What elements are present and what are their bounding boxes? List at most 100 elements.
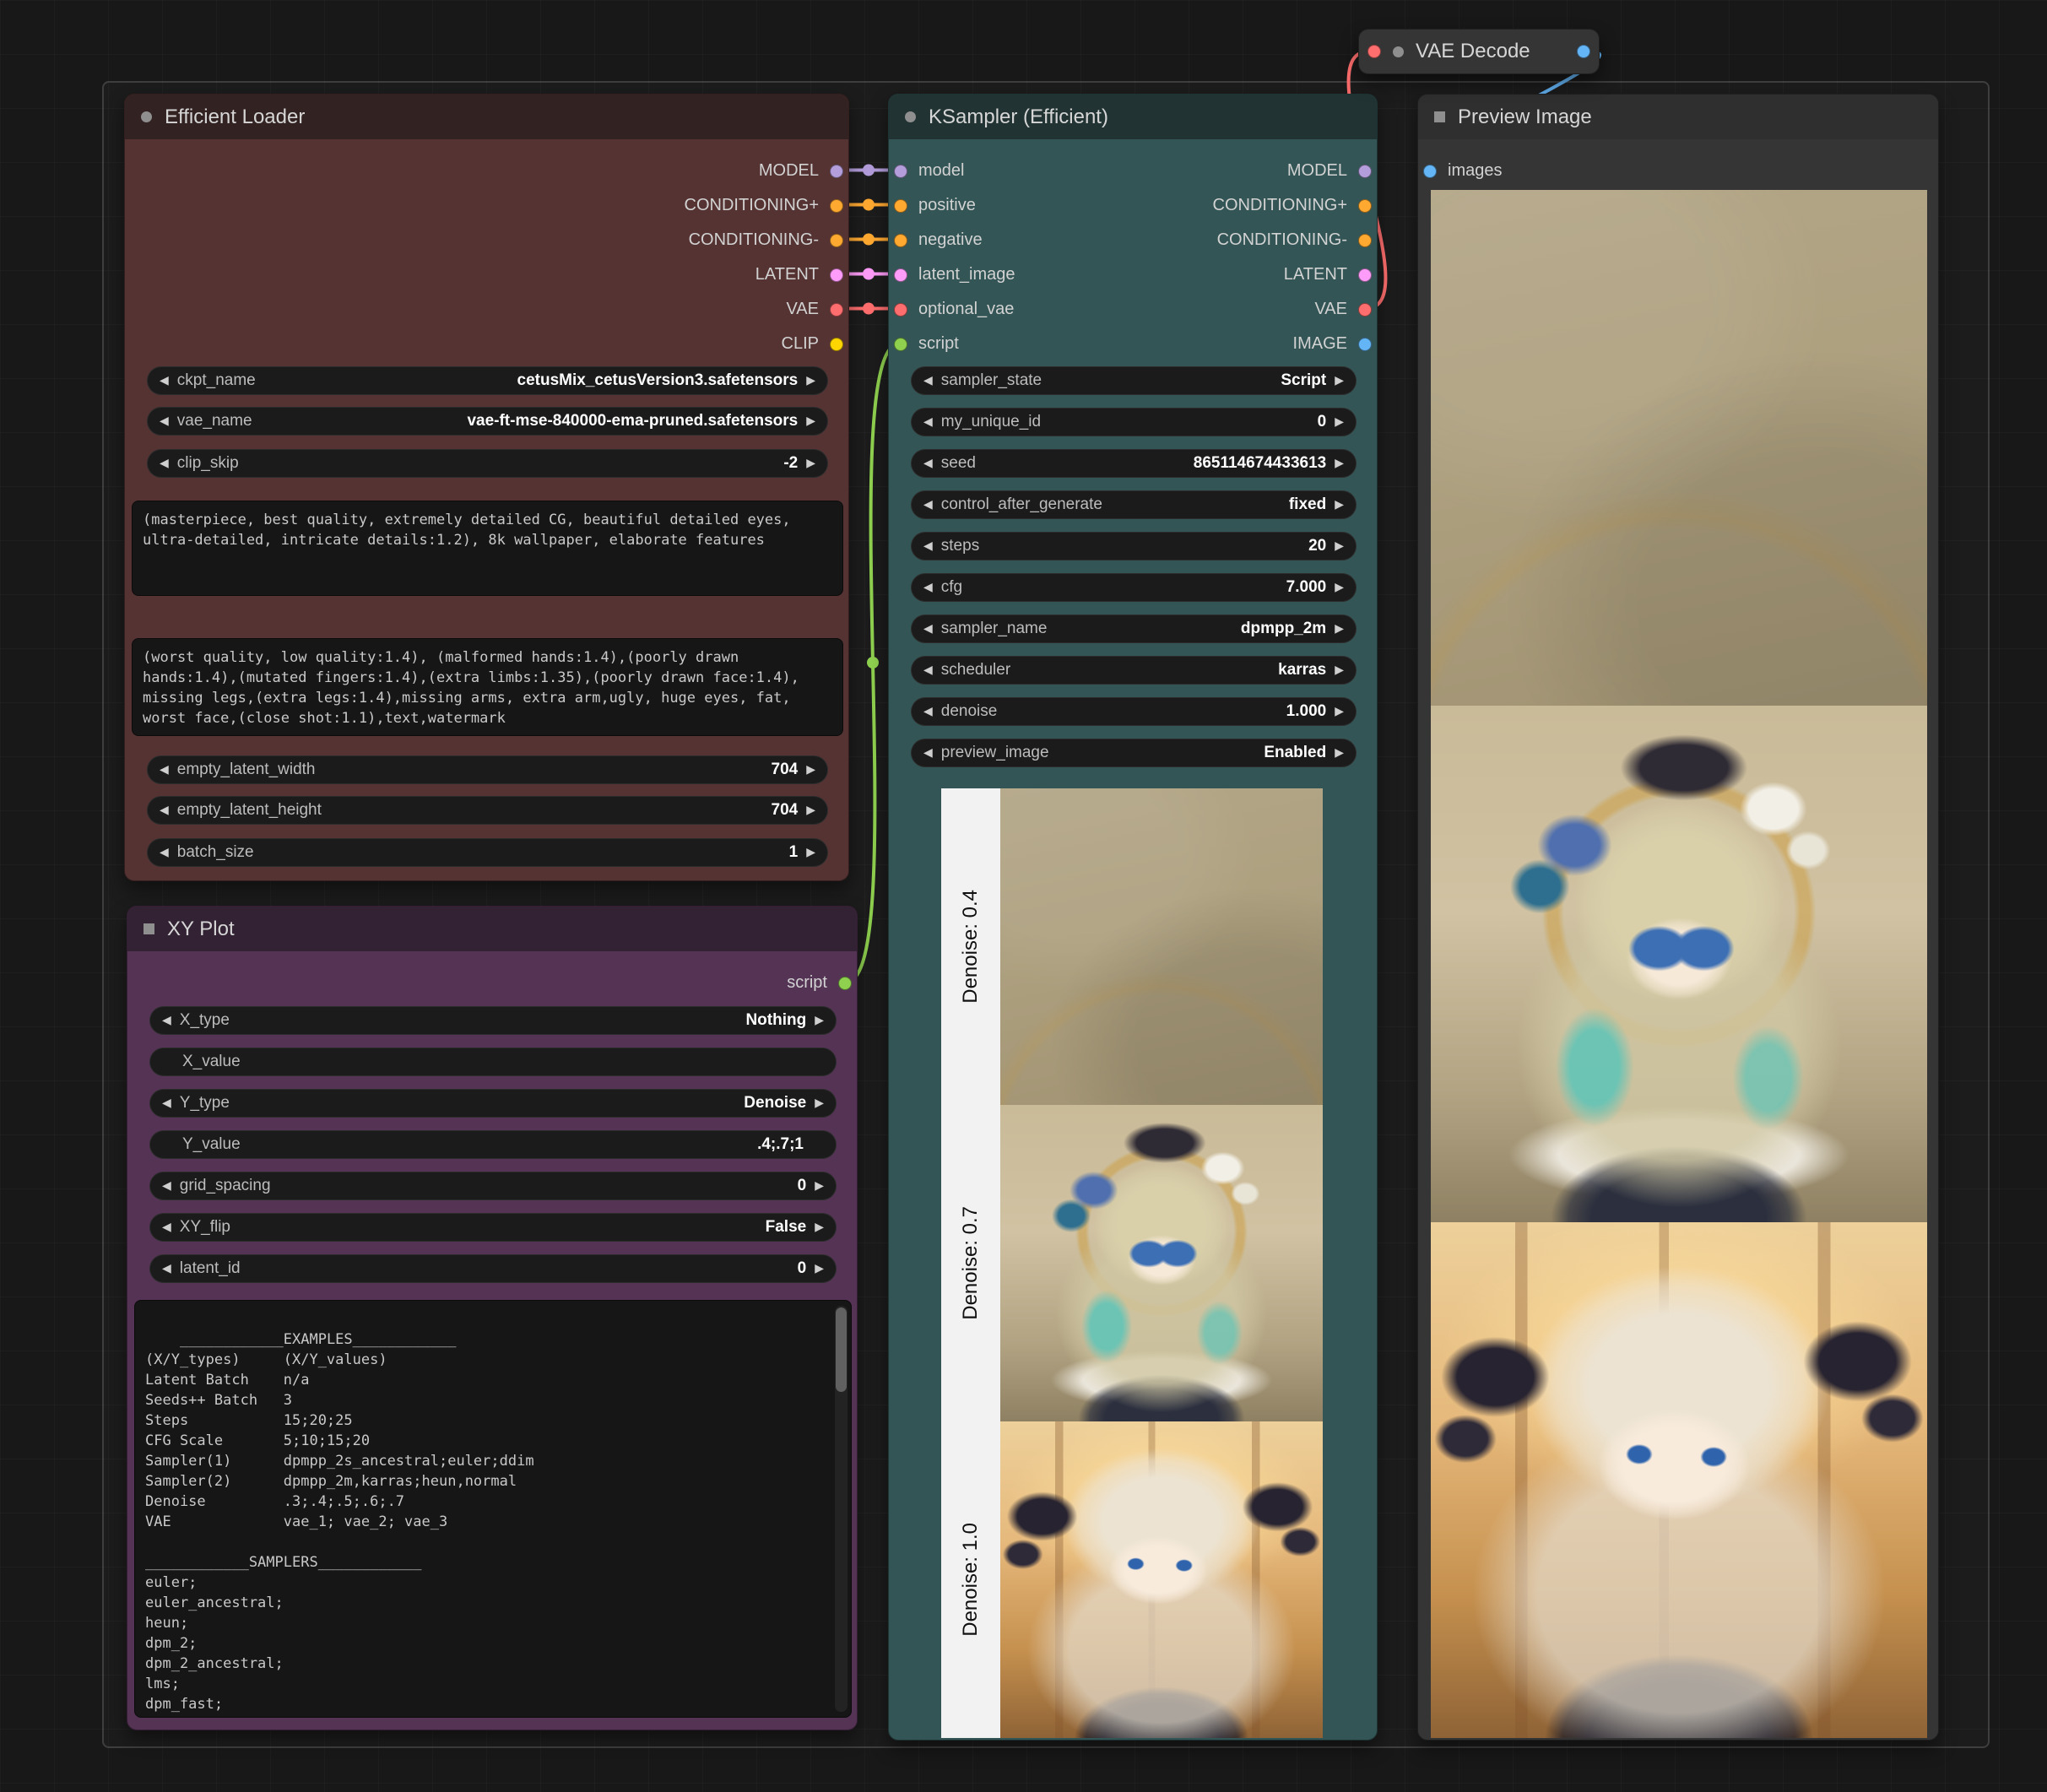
conditioning-plus-output-slot[interactable] — [1358, 199, 1372, 213]
vae-output-slot[interactable] — [1358, 303, 1372, 317]
sampler-state-widget[interactable]: sampler_state Script — [911, 366, 1357, 395]
increment-arrow-icon[interactable] — [806, 847, 815, 858]
scrollbar-track[interactable] — [835, 1306, 848, 1712]
steps-widget[interactable]: steps 20 — [911, 532, 1357, 560]
negative-prompt-textarea[interactable]: (worst quality, low quality:1.4), (malfo… — [132, 638, 843, 736]
collapse-toggle-icon[interactable] — [1393, 46, 1404, 57]
model-input-slot[interactable] — [894, 165, 907, 178]
prev-arrow-icon[interactable] — [162, 1015, 171, 1026]
latent-output-slot[interactable] — [830, 268, 843, 282]
x-type-widget[interactable]: X_type Nothing — [149, 1006, 837, 1035]
prev-arrow-icon[interactable] — [923, 623, 933, 635]
latent-output-slot[interactable] — [1358, 268, 1372, 282]
next-arrow-icon[interactable] — [815, 1221, 824, 1233]
collapse-toggle-icon[interactable] — [905, 111, 916, 122]
vae-decode-node[interactable]: VAE Decode — [1358, 29, 1600, 74]
increment-arrow-icon[interactable] — [815, 1180, 824, 1192]
next-arrow-icon[interactable] — [1335, 375, 1344, 387]
next-arrow-icon[interactable] — [1335, 747, 1344, 759]
increment-arrow-icon[interactable] — [1335, 457, 1344, 469]
collapse-toggle-icon[interactable] — [141, 111, 152, 122]
increment-arrow-icon[interactable] — [806, 804, 815, 816]
examples-help-textarea[interactable]: ____________EXAMPLES____________ (X/Y_ty… — [134, 1300, 852, 1718]
clip-skip-widget[interactable]: clip_skip -2 — [147, 449, 828, 478]
preview-image-header[interactable]: Preview Image — [1418, 95, 1938, 139]
prev-arrow-icon[interactable] — [923, 747, 933, 759]
positive-prompt-textarea[interactable]: (masterpiece, best quality, extremely de… — [132, 501, 843, 596]
vae-name-widget[interactable]: vae_name vae-ft-mse-840000-ema-pruned.sa… — [147, 407, 828, 436]
next-arrow-icon[interactable] — [806, 415, 815, 427]
positive-input-slot[interactable] — [894, 199, 907, 213]
y-type-widget[interactable]: Y_type Denoise — [149, 1089, 837, 1118]
image-output-slot[interactable] — [1358, 338, 1372, 351]
collapse-toggle-icon[interactable] — [144, 923, 154, 934]
empty-latent-width-widget[interactable]: empty_latent_width 704 — [147, 755, 828, 784]
my-unique-id-widget[interactable]: my_unique_id 0 — [911, 408, 1357, 436]
y-value-widget[interactable]: Y_value .4;.7;1 — [149, 1130, 837, 1159]
ckpt-name-widget[interactable]: ckpt_name cetusMix_cetusVersion3.safeten… — [147, 366, 828, 395]
model-output-slot[interactable] — [830, 165, 843, 178]
decrement-arrow-icon[interactable] — [923, 582, 933, 593]
next-arrow-icon[interactable] — [1335, 623, 1344, 635]
batch-size-widget[interactable]: batch_size 1 — [147, 838, 828, 867]
image-output-slot[interactable] — [1577, 45, 1590, 58]
increment-arrow-icon[interactable] — [815, 1263, 824, 1275]
images-input-slot[interactable] — [1423, 165, 1437, 178]
increment-arrow-icon[interactable] — [1335, 540, 1344, 552]
decrement-arrow-icon[interactable] — [162, 1263, 171, 1275]
scheduler-widget[interactable]: scheduler karras — [911, 656, 1357, 685]
decrement-arrow-icon[interactable] — [923, 416, 933, 428]
prev-arrow-icon[interactable] — [923, 375, 933, 387]
conditioning-minus-output-slot[interactable] — [1358, 234, 1372, 247]
prev-arrow-icon[interactable] — [923, 664, 933, 676]
increment-arrow-icon[interactable] — [1335, 706, 1344, 717]
denoise-widget[interactable]: denoise 1.000 — [911, 697, 1357, 726]
prev-arrow-icon[interactable] — [923, 499, 933, 511]
prev-arrow-icon[interactable] — [160, 457, 169, 469]
collapse-toggle-icon[interactable] — [1434, 111, 1445, 122]
next-arrow-icon[interactable] — [815, 1015, 824, 1026]
decrement-arrow-icon[interactable] — [923, 706, 933, 717]
negative-input-slot[interactable] — [894, 234, 907, 247]
vae-input-slot[interactable] — [1367, 45, 1381, 58]
efficient-loader-header[interactable]: Efficient Loader — [125, 95, 848, 139]
decrement-arrow-icon[interactable] — [160, 804, 169, 816]
scrollbar-thumb[interactable] — [836, 1307, 847, 1392]
cfg-widget[interactable]: cfg 7.000 — [911, 573, 1357, 602]
next-arrow-icon[interactable] — [1335, 499, 1344, 511]
xy-flip-widget[interactable]: XY_flip False — [149, 1213, 837, 1242]
latent-id-widget[interactable]: latent_id 0 — [149, 1254, 837, 1283]
x-value-widget[interactable]: X_value — [149, 1048, 837, 1076]
vae-output-slot[interactable] — [830, 303, 843, 317]
optional-vae-input-slot[interactable] — [894, 303, 907, 317]
ksampler-header[interactable]: KSampler (Efficient) — [889, 95, 1377, 139]
grid-spacing-widget[interactable]: grid_spacing 0 — [149, 1172, 837, 1200]
prev-arrow-icon[interactable] — [162, 1097, 171, 1109]
sampler-name-widget[interactable]: sampler_name dpmpp_2m — [911, 614, 1357, 643]
prev-arrow-icon[interactable] — [160, 375, 169, 387]
decrement-arrow-icon[interactable] — [162, 1180, 171, 1192]
graph-canvas[interactable]: { "colors": { "model": "#B39DDB", "condi… — [0, 0, 2047, 1792]
increment-arrow-icon[interactable] — [1335, 416, 1344, 428]
decrement-arrow-icon[interactable] — [160, 847, 169, 858]
decrement-arrow-icon[interactable] — [923, 540, 933, 552]
decrement-arrow-icon[interactable] — [160, 764, 169, 776]
increment-arrow-icon[interactable] — [1335, 582, 1344, 593]
script-output-slot[interactable] — [838, 977, 852, 990]
next-arrow-icon[interactable] — [806, 375, 815, 387]
model-output-slot[interactable] — [1358, 165, 1372, 178]
next-arrow-icon[interactable] — [1335, 664, 1344, 676]
next-arrow-icon[interactable] — [806, 457, 815, 469]
conditioning-plus-output-slot[interactable] — [830, 199, 843, 213]
latent-image-input-slot[interactable] — [894, 268, 907, 282]
conditioning-minus-output-slot[interactable] — [830, 234, 843, 247]
next-arrow-icon[interactable] — [815, 1097, 824, 1109]
increment-arrow-icon[interactable] — [806, 764, 815, 776]
preview-image-widget[interactable]: preview_image Enabled — [911, 739, 1357, 767]
script-input-slot[interactable] — [894, 338, 907, 351]
seed-widget[interactable]: seed 865114674433613 — [911, 449, 1357, 478]
decrement-arrow-icon[interactable] — [923, 457, 933, 469]
prev-arrow-icon[interactable] — [162, 1221, 171, 1233]
prev-arrow-icon[interactable] — [160, 415, 169, 427]
clip-output-slot[interactable] — [830, 338, 843, 351]
